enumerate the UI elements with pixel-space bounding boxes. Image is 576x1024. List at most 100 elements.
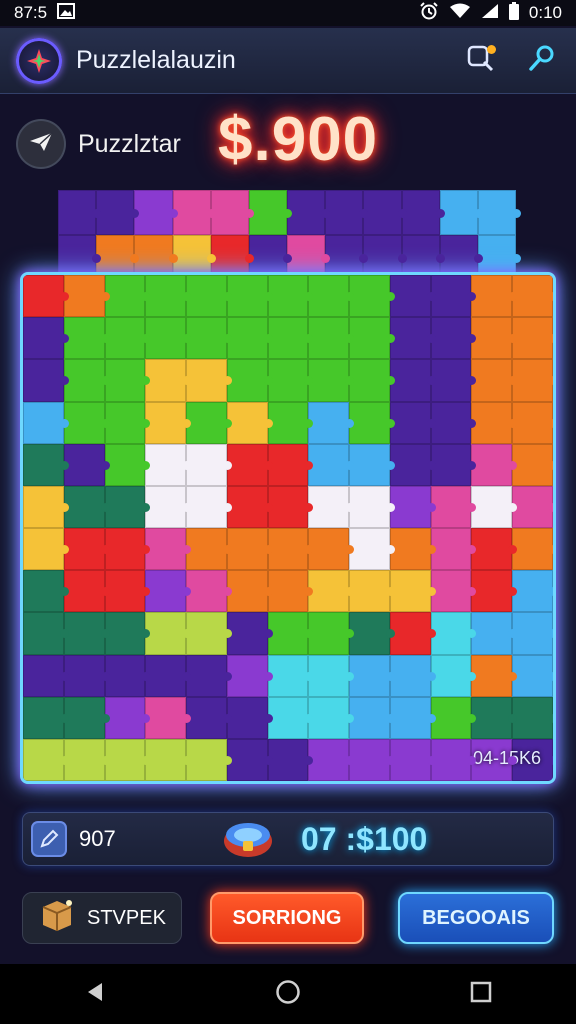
puzzle-piece[interactable] — [430, 696, 477, 739]
puzzle-piece[interactable] — [104, 612, 151, 655]
puzzle-piece[interactable] — [430, 275, 477, 318]
puzzle-piece[interactable] — [512, 612, 553, 655]
puzzle-piece[interactable] — [63, 696, 110, 739]
puzzle-piece[interactable] — [186, 738, 232, 781]
puzzle-piece[interactable] — [267, 317, 314, 360]
puzzle-piece[interactable] — [439, 190, 484, 235]
puzzle-piece[interactable] — [267, 528, 314, 571]
puzzle-piece[interactable] — [430, 443, 477, 486]
puzzle-piece[interactable] — [471, 317, 517, 360]
puzzle-piece[interactable] — [267, 485, 314, 528]
puzzle-piece[interactable] — [23, 443, 69, 486]
puzzle-piece[interactable] — [267, 570, 314, 613]
puzzle-piece[interactable] — [145, 485, 191, 528]
puzzle-piece[interactable] — [63, 443, 110, 486]
puzzle-piece[interactable] — [145, 317, 191, 360]
puzzle-piece[interactable] — [96, 190, 140, 235]
recents-icon[interactable] — [470, 981, 492, 1008]
magnifier-button[interactable] — [524, 43, 560, 79]
puzzle-piece[interactable] — [430, 612, 477, 655]
puzzle-piece[interactable] — [349, 485, 395, 528]
puzzle-piece[interactable] — [145, 612, 191, 655]
puzzle-piece[interactable] — [389, 275, 436, 318]
puzzle-piece[interactable] — [226, 612, 273, 655]
puzzle-piece[interactable] — [226, 738, 273, 781]
puzzle-piece[interactable] — [63, 528, 110, 571]
puzzle-piece[interactable] — [145, 654, 191, 697]
puzzle-piece[interactable] — [63, 654, 110, 697]
puzzle-piece[interactable] — [389, 443, 436, 486]
puzzle-piece[interactable] — [23, 317, 69, 360]
puzzle-piece[interactable] — [308, 738, 354, 781]
puzzle-piece[interactable] — [471, 401, 517, 444]
puzzle-piece[interactable] — [186, 401, 232, 444]
puzzle-piece[interactable] — [430, 654, 477, 697]
puzzle-piece[interactable] — [430, 738, 477, 781]
puzzle-piece[interactable] — [471, 528, 517, 571]
puzzle-piece[interactable] — [430, 570, 477, 613]
puzzle-piece[interactable] — [349, 696, 395, 739]
puzzle-piece[interactable] — [389, 528, 436, 571]
puzzle-piece[interactable] — [512, 275, 553, 318]
home-icon[interactable] — [275, 979, 301, 1010]
puzzle-piece[interactable] — [186, 275, 232, 318]
puzzle-piece[interactable] — [145, 696, 191, 739]
puzzle-piece[interactable] — [267, 654, 314, 697]
puzzle-piece[interactable] — [512, 696, 553, 739]
puzzle-piece[interactable] — [145, 275, 191, 318]
puzzle-piece[interactable] — [512, 317, 553, 360]
puzzle-piece[interactable] — [226, 317, 273, 360]
puzzle-piece[interactable] — [104, 317, 151, 360]
puzzle-piece[interactable] — [512, 485, 553, 528]
puzzle-piece[interactable] — [308, 654, 354, 697]
puzzle-piece[interactable] — [23, 738, 69, 781]
puzzle-piece[interactable] — [349, 275, 395, 318]
puzzle-piece[interactable] — [145, 528, 191, 571]
puzzle-piece[interactable] — [186, 570, 232, 613]
puzzle-piece[interactable] — [471, 275, 517, 318]
puzzle-piece[interactable] — [186, 654, 232, 697]
puzzle-piece[interactable] — [389, 612, 436, 655]
search-button[interactable] — [462, 43, 498, 79]
puzzle-piece[interactable] — [23, 485, 69, 528]
puzzle-piece[interactable] — [471, 612, 517, 655]
puzzle-piece[interactable] — [145, 359, 191, 402]
puzzle-piece[interactable] — [349, 401, 395, 444]
puzzle-piece[interactable] — [349, 612, 395, 655]
puzzle-piece[interactable] — [471, 654, 517, 697]
puzzle-piece[interactable] — [23, 654, 69, 697]
puzzle-piece[interactable] — [401, 190, 445, 235]
puzzle-piece[interactable] — [471, 570, 517, 613]
puzzle-piece[interactable] — [349, 528, 395, 571]
puzzle-piece[interactable] — [226, 654, 273, 697]
puzzle-piece[interactable] — [267, 359, 314, 402]
puzzle-piece[interactable] — [389, 570, 436, 613]
puzzle-piece[interactable] — [430, 317, 477, 360]
puzzle-board[interactable]: 04-15K6 — [20, 272, 556, 784]
puzzle-piece[interactable] — [23, 401, 69, 444]
puzzle-piece[interactable] — [186, 612, 232, 655]
puzzle-piece[interactable] — [63, 485, 110, 528]
puzzle-piece[interactable] — [512, 443, 553, 486]
puzzle-piece[interactable] — [23, 359, 69, 402]
puzzle-piece[interactable] — [308, 528, 354, 571]
puzzle-piece[interactable] — [145, 401, 191, 444]
puzzle-piece[interactable] — [267, 612, 314, 655]
puzzle-piece[interactable] — [471, 485, 517, 528]
puzzle-piece[interactable] — [308, 443, 354, 486]
puzzle-piece[interactable] — [104, 443, 151, 486]
puzzle-piece[interactable] — [308, 359, 354, 402]
puzzle-piece[interactable] — [308, 485, 354, 528]
puzzle-piece[interactable] — [23, 275, 69, 318]
puzzle-piece[interactable] — [186, 696, 232, 739]
puzzle-piece[interactable] — [104, 654, 151, 697]
puzzle-piece[interactable] — [308, 696, 354, 739]
puzzle-piece[interactable] — [226, 359, 273, 402]
puzzle-piece[interactable] — [104, 528, 151, 571]
puzzle-piece[interactable] — [63, 612, 110, 655]
puzzle-piece[interactable] — [267, 275, 314, 318]
puzzle-piece[interactable] — [134, 190, 178, 235]
sort-button[interactable]: SORRIONG — [210, 892, 364, 944]
puzzle-piece[interactable] — [267, 401, 314, 444]
puzzle-piece[interactable] — [104, 696, 151, 739]
